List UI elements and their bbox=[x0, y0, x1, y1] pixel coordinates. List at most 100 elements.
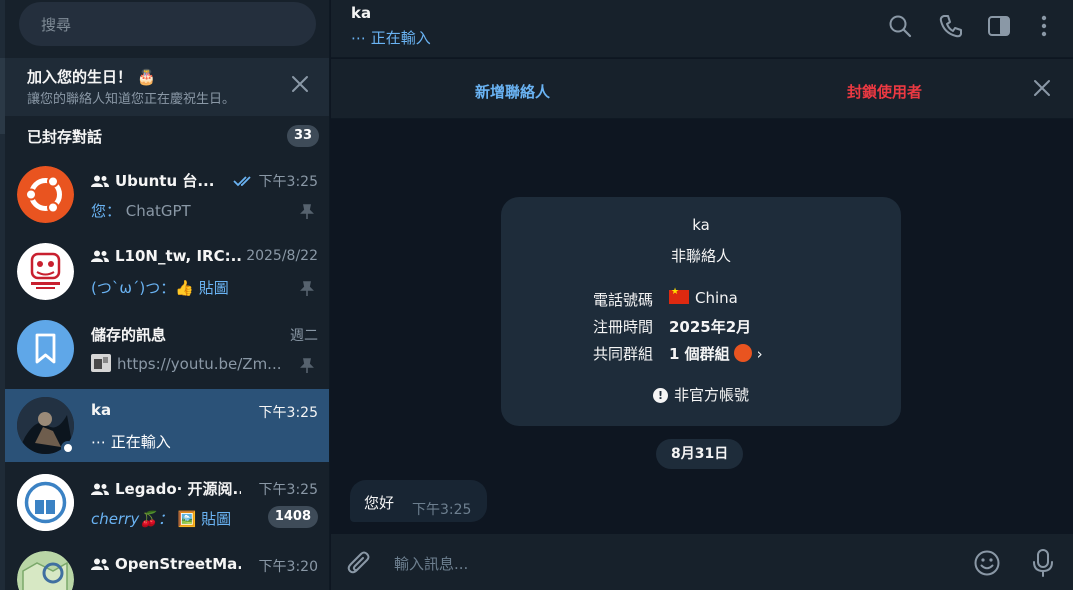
chat-header: ka ⋯ 正在輸入 bbox=[331, 0, 1073, 58]
birthday-banner[interactable]: 加入您的生日！ 🎂 讓您的聯絡人知道您正在慶祝生日。 bbox=[5, 58, 329, 116]
chat-preview: ⋯ 正在輸入 bbox=[91, 433, 171, 451]
search-icon[interactable] bbox=[887, 13, 913, 39]
chat-name-text: OpenStreetMa... bbox=[115, 555, 241, 573]
groups-count: 1 個群組 bbox=[669, 345, 730, 363]
chat-preview-text: 👍 貼圖 bbox=[175, 279, 229, 297]
archived-chats-row[interactable]: 已封存對話 33 bbox=[5, 116, 329, 158]
warning-icon: ! bbox=[652, 388, 668, 403]
chat-time: 下午3:25 bbox=[258, 482, 318, 498]
avatar bbox=[17, 320, 74, 377]
chat-name: L10N_tw, IRC:... bbox=[91, 247, 241, 265]
more-menu-icon[interactable] bbox=[1031, 13, 1057, 39]
legado-logo-icon bbox=[17, 474, 74, 531]
birthday-banner-subtitle: 讓您的聯絡人知道您正在慶祝生日。 bbox=[27, 92, 236, 107]
message-composer: 輸入訊息... bbox=[331, 534, 1073, 590]
paperclip-icon[interactable] bbox=[346, 550, 372, 576]
avatar bbox=[17, 551, 74, 590]
chat-time: 下午3:25 bbox=[258, 405, 318, 421]
chat-item-l10n-tw[interactable]: L10N_tw, IRC:... 2025/8/22 (つ`ω´)つ：👍 貼圖 bbox=[5, 235, 329, 308]
chevron-right-icon: › bbox=[756, 345, 763, 363]
china-flag-icon bbox=[669, 287, 689, 304]
group-icon bbox=[91, 175, 109, 187]
telegram-window: 搜尋 加入您的生日！ 🎂 讓您的聯絡人知道您正在慶祝生日。 已封存對話 33 U… bbox=[0, 0, 1073, 590]
avatar bbox=[17, 474, 74, 531]
add-contact-button[interactable]: 新增聯絡人 bbox=[475, 81, 550, 102]
archived-chats-label: 已封存對話 bbox=[27, 128, 103, 146]
group-icon bbox=[91, 483, 109, 495]
chat-sender: cherry🍒： bbox=[91, 510, 173, 528]
groups-value[interactable]: 1 個群組 › bbox=[669, 343, 763, 364]
chat-time: 下午3:20 bbox=[258, 559, 318, 575]
chat-name-text: L10N_tw, IRC:... bbox=[115, 247, 241, 265]
registered-label: 注冊時間 bbox=[593, 318, 654, 336]
chat-sender: (つ`ω´)つ： bbox=[91, 279, 176, 297]
chat-preview-text: ChatGPT bbox=[125, 202, 191, 220]
pin-icon bbox=[300, 204, 314, 219]
phone-icon[interactable] bbox=[938, 13, 964, 39]
chat-item-legado[interactable]: Legado· 开源阅... 下午3:25 cherry🍒： 🖼️ 貼圖 140… bbox=[5, 466, 329, 539]
ubuntu-group-icon bbox=[733, 344, 752, 362]
emoji-icon[interactable] bbox=[973, 549, 1001, 577]
close-icon[interactable] bbox=[1031, 77, 1053, 99]
chat-preview-text: 🖼️ 貼圖 bbox=[177, 510, 232, 528]
chat-name: OpenStreetMa... bbox=[91, 555, 241, 573]
phone-country: China bbox=[695, 289, 738, 307]
registered-value: 2025年2月 bbox=[669, 318, 752, 336]
phone-label: 電話號碼 bbox=[593, 291, 654, 309]
message-time: 下午3:25 bbox=[412, 502, 472, 518]
online-status-dot bbox=[61, 441, 75, 455]
info-row-registered: 注冊時間 2025年2月 bbox=[501, 316, 901, 340]
chat-item-ka[interactable]: ka 下午3:25 ⋯ 正在輸入 bbox=[5, 389, 329, 462]
chat-name: Legado· 开源阅... bbox=[91, 478, 241, 499]
peer-info-card: ka 非聯絡人 電話號碼 China 注冊時間 2025年2月 共同群組 1 個… bbox=[501, 197, 901, 426]
incoming-message[interactable]: 您好 下午3:25 bbox=[350, 480, 487, 522]
chat-name: ka bbox=[91, 401, 112, 419]
ubuntu-logo-icon bbox=[17, 166, 74, 223]
chat-time-text: 下午3:25 bbox=[258, 174, 318, 190]
lion-logo-icon bbox=[17, 243, 74, 300]
group-icon bbox=[91, 558, 109, 570]
close-icon[interactable] bbox=[289, 73, 311, 95]
chat-time: 2025/8/22 bbox=[246, 248, 318, 264]
chat-name-text: Ubuntu 台... bbox=[115, 172, 215, 190]
group-icon bbox=[91, 250, 109, 262]
date-separator: 8月31日 bbox=[656, 439, 744, 469]
microphone-icon[interactable] bbox=[1031, 548, 1055, 578]
groups-label: 共同群組 bbox=[593, 345, 654, 363]
phone-value: China bbox=[669, 287, 738, 307]
info-card-name: ka bbox=[692, 216, 710, 234]
block-user-button[interactable]: 封鎖使用者 bbox=[847, 81, 922, 102]
bookmark-icon bbox=[35, 333, 56, 364]
chat-name: Ubuntu 台... bbox=[91, 170, 241, 191]
birthday-banner-title: 加入您的生日！ 🎂 bbox=[27, 68, 156, 86]
unread-count-badge: 1408 bbox=[267, 506, 318, 528]
search-input[interactable]: 搜尋 bbox=[19, 2, 316, 46]
chat-name: 儲存的訊息 bbox=[91, 326, 167, 344]
chat-item-saved-messages[interactable]: 儲存的訊息 週二 https://youtu.be/Zm... bbox=[5, 312, 329, 385]
chat-sender: 您： bbox=[91, 202, 122, 220]
peer-name[interactable]: ka bbox=[351, 4, 371, 22]
archived-count-badge: 33 bbox=[287, 125, 320, 147]
unofficial-account-note: ! 非官方帳號 bbox=[501, 384, 901, 405]
search-placeholder: 搜尋 bbox=[41, 16, 72, 34]
chat-time: 下午3:25 bbox=[232, 171, 318, 191]
chat-preview: 您： ChatGPT bbox=[91, 200, 291, 221]
chat-item-openstreetmap[interactable]: OpenStreetMa... 下午3:20 bbox=[5, 543, 329, 590]
avatar bbox=[17, 166, 74, 223]
chat-preview: cherry🍒： 🖼️ 貼圖 bbox=[91, 508, 291, 529]
pin-icon bbox=[300, 281, 314, 296]
chat-preview-text: https://youtu.be/Zm... bbox=[117, 355, 282, 373]
info-row-groups[interactable]: 共同群組 1 個群組 › bbox=[501, 343, 901, 367]
chat-time: 週二 bbox=[290, 328, 318, 344]
info-card-subtitle: 非聯絡人 bbox=[670, 247, 731, 265]
conversation-pane: ka ⋯ 正在輸入 新增聯絡人 封鎖使用者 ka 非聯絡人 電話號碼 ★ Chi… bbox=[331, 0, 1073, 590]
contact-action-bar: 新增聯絡人 封鎖使用者 bbox=[331, 59, 1073, 119]
chat-list-pane: 搜尋 加入您的生日！ 🎂 讓您的聯絡人知道您正在慶祝生日。 已封存對話 33 U… bbox=[0, 0, 330, 590]
chat-preview: (つ`ω´)つ：👍 貼圖 bbox=[91, 277, 291, 298]
message-input[interactable]: 輸入訊息... bbox=[394, 553, 468, 574]
osm-logo-icon bbox=[17, 551, 74, 590]
chat-preview: https://youtu.be/Zm... bbox=[91, 354, 291, 373]
sidebar-toggle-icon[interactable] bbox=[986, 13, 1012, 39]
unofficial-account-text: 非官方帳號 bbox=[673, 386, 749, 404]
chat-item-ubuntu[interactable]: Ubuntu 台... 下午3:25 您： ChatGPT bbox=[5, 158, 329, 231]
